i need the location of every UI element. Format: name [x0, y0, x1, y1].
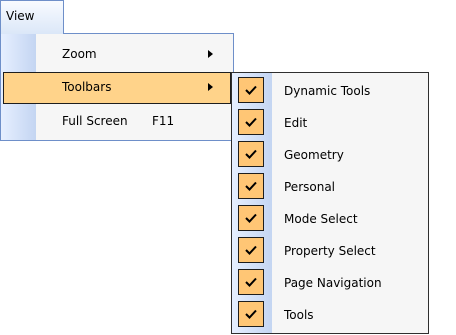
view-menu-label: View: [6, 9, 35, 23]
view-dropdown-menu: Zoom Toolbars Full Screen F11: [0, 33, 234, 141]
checkmark-icon: [238, 269, 264, 295]
submenu-item-mode-select[interactable]: Mode Select: [238, 203, 424, 233]
menu-item-full-screen[interactable]: Full Screen F11: [3, 106, 231, 138]
submenu-item-label: Dynamic Tools: [284, 84, 371, 98]
checkmark-icon: [238, 301, 264, 327]
checkmark-icon: [238, 205, 264, 231]
submenu-item-property-select[interactable]: Property Select: [238, 235, 424, 265]
menu-item-label: Zoom: [62, 47, 97, 61]
submenu-item-label: Page Navigation: [284, 276, 382, 290]
chevron-right-icon: [208, 83, 213, 91]
checkmark-icon: [238, 141, 264, 167]
submenu-item-tools[interactable]: Tools: [238, 299, 424, 329]
menu-item-shortcut: F11: [152, 114, 175, 128]
checkmark-icon: [238, 173, 264, 199]
submenu-item-dynamic-tools[interactable]: Dynamic Tools: [238, 75, 424, 105]
submenu-item-label: Edit: [284, 116, 308, 130]
checkmark-icon: [238, 109, 264, 135]
menu-item-zoom[interactable]: Zoom: [3, 39, 231, 71]
submenu-item-label: Mode Select: [284, 212, 358, 226]
submenu-item-page-navigation[interactable]: Page Navigation: [238, 267, 424, 297]
submenu-item-label: Personal: [284, 180, 336, 194]
checkmark-icon: [238, 237, 264, 263]
submenu-item-label: Geometry: [284, 148, 344, 162]
submenu-item-label: Tools: [284, 308, 314, 322]
view-menu-title[interactable]: View: [0, 0, 64, 34]
submenu-item-label: Property Select: [284, 244, 376, 258]
menu-item-toolbars[interactable]: Toolbars: [3, 72, 231, 104]
checkmark-icon: [238, 77, 264, 103]
submenu-item-personal[interactable]: Personal: [238, 171, 424, 201]
chevron-right-icon: [208, 50, 213, 58]
menu-item-label: Toolbars: [62, 80, 112, 94]
toolbars-submenu: Dynamic Tools Edit Geometry Personal Mod…: [231, 72, 429, 334]
submenu-item-geometry[interactable]: Geometry: [238, 139, 424, 169]
menu-item-label: Full Screen: [62, 114, 128, 128]
submenu-item-edit[interactable]: Edit: [238, 107, 424, 137]
